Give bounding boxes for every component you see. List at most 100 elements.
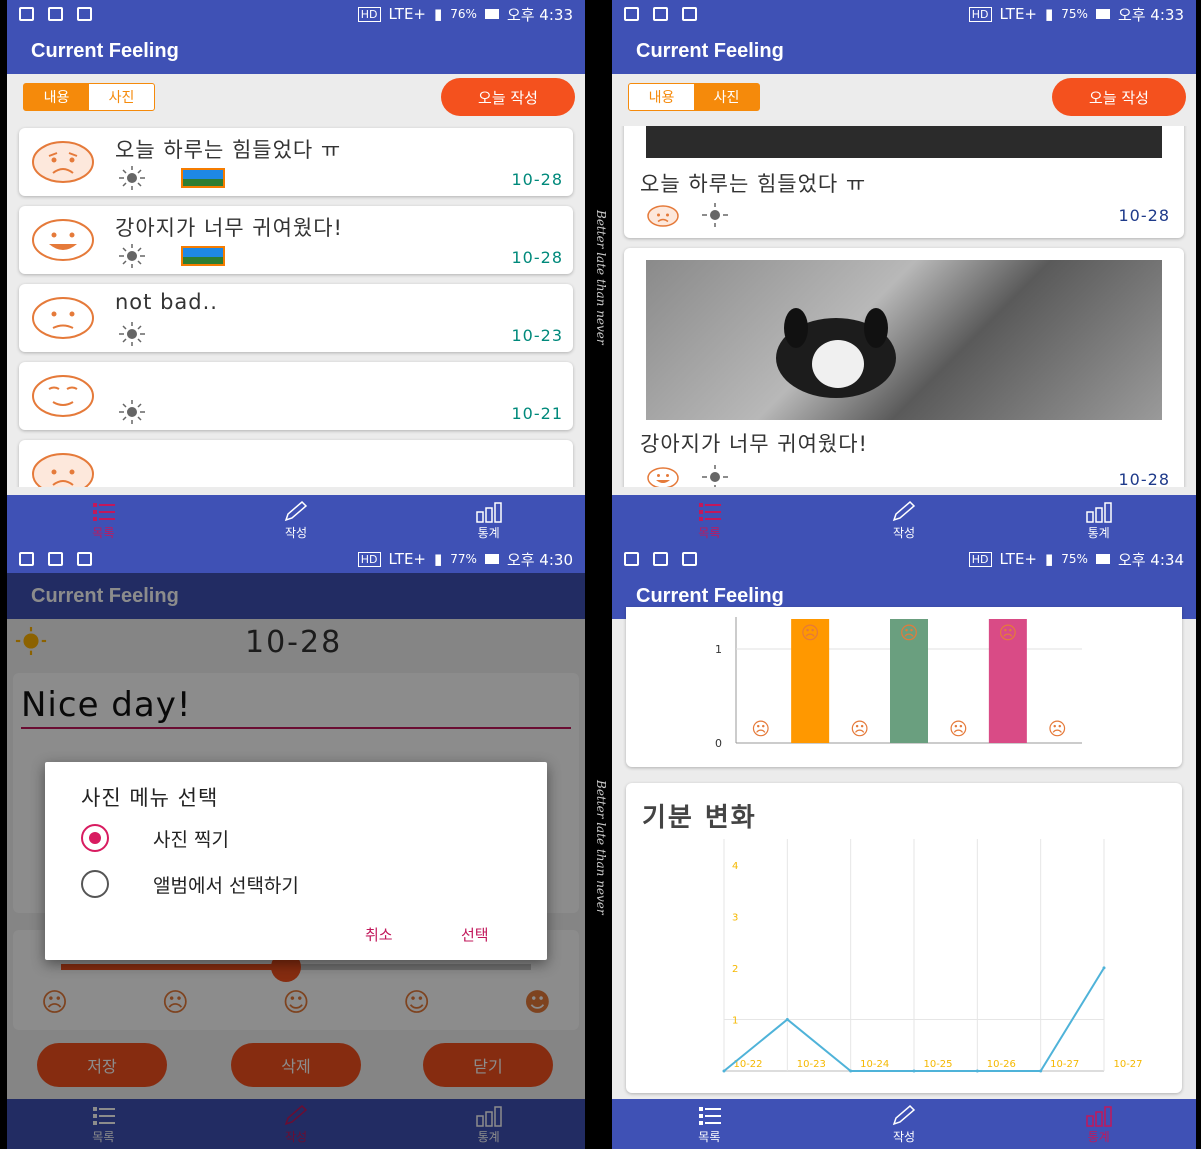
stats-screen: HD LTE+ ▮ 75% 오후 4:34 Current Feeling 10… [612,545,1196,1149]
radio-selected-icon[interactable] [81,824,109,852]
x-tick-label: 10-27 [1113,1059,1142,1070]
list-item[interactable]: 강아지가 너무 귀여웠다! 10-28 [624,248,1184,487]
x-tick-label: 10-25 [923,1059,952,1070]
photo-attached-icon [181,168,225,188]
option-take-photo[interactable]: 사진 찍기 [81,824,229,852]
y-tick-label: 4 [732,861,738,872]
list-item[interactable]: 오늘 하루는 힘들었다 ㅠ 10-28 [19,128,573,196]
notification-icon [624,7,639,21]
hd-icon: HD [968,551,992,567]
battery-icon [484,9,499,19]
y-tick-label: 1 [732,1015,738,1026]
notification-icon [624,552,639,566]
entry-list[interactable]: 오늘 하루는 힘들었다 ㅠ 10-28 강아지가 너무 귀여웠다! 10-28 … [13,126,579,487]
clock: 오후 4:33 [506,5,573,24]
clock: 오후 4:30 [506,550,573,569]
meh-face-icon [32,297,94,339]
y-tick-label: 1 [715,643,722,656]
entry-date: 10-28 [511,248,563,267]
x-tick-label: 10-24 [860,1059,889,1070]
x-tick-label: 10-27 [1050,1059,1079,1070]
lte-label: LTE+ [388,5,427,23]
sad-face-icon [32,453,94,487]
y-tick-label: 0 [715,737,722,750]
hd-icon: HD [968,6,992,22]
option-label: 앨범에서 선택하기 [153,874,299,897]
nav-list[interactable]: 목록 [7,495,200,545]
entry-date: 10-28 [1118,470,1170,487]
write-today-button[interactable]: 오늘 작성 [441,78,575,116]
view-toggle: 내용 사진 [628,83,760,111]
hd-icon: HD [357,551,381,567]
happy-face-icon [32,219,94,261]
status-bar: HD LTE+ ▮ 75% 오후 4:34 [612,545,1196,573]
bottom-nav: 목록 작성 통계 [7,495,585,545]
dog-photo [646,260,1162,420]
lte-label: LTE+ [388,550,427,568]
image-icon [682,7,697,21]
signal-icon: ▮ [434,550,443,568]
bar-chart-icon [1085,1105,1112,1127]
happy-face-icon [647,467,679,487]
entry-text: 강아지가 너무 귀여웠다! [115,216,343,240]
battery-level: 77% [450,552,477,566]
list-item[interactable]: 강아지가 너무 귀여웠다! 10-28 [19,206,573,274]
option-label: 사진 찍기 [153,828,229,851]
list-icon [699,1106,722,1125]
list-item[interactable]: 오늘 하루는 힘들었다 ㅠ 10-28 [624,126,1184,238]
nav-write[interactable]: 작성 [200,495,393,545]
bar-chart-icon [475,501,502,523]
watermark: Better late than never [594,780,608,915]
notification-icon [19,7,34,21]
tab-content[interactable]: 내용 [629,84,694,110]
tab-photo[interactable]: 사진 [694,84,759,110]
sun-icon [119,166,145,190]
sad-face-icon [647,205,679,227]
mood-line-chart: 123410-22 10-23 10-24 10-25 10-26 10-27 10-27 [722,839,1143,1073]
nav-list[interactable]: 목록 [612,1099,807,1149]
face-icon: ☹ [850,719,869,740]
option-choose-album[interactable]: 앨범에서 선택하기 [81,870,299,898]
list-screen: HD LTE+ ▮ 76% 오후 4:33 Current Feeling 내용… [7,0,585,545]
nav-list[interactable]: 목록 [612,495,807,545]
smile-face-icon [32,375,94,417]
radio-unselected-icon[interactable] [81,870,109,898]
pencil-icon [284,500,308,521]
photo-entry-list[interactable]: 오늘 하루는 힘들었다 ㅠ 10-28 강아지가 너무 귀여웠다! 10-28 [612,126,1196,487]
nav-stats[interactable]: 통계 [1001,1099,1196,1149]
battery-icon [1095,554,1110,564]
nav-write[interactable]: 작성 [807,495,1002,545]
view-toggle: 내용 사진 [23,83,155,111]
nav-write[interactable]: 작성 [807,1099,1002,1149]
battery-level: 75% [1061,552,1088,566]
bar-chart-icon [1085,501,1112,523]
entry-text: not bad.. [115,290,218,314]
write-screen: HD LTE+ ▮ 77% 오후 4:30 Current Feeling 10… [7,545,585,1149]
sad-face-icon: ☹ [900,623,919,644]
sad-face-icon: ☹ [998,623,1017,644]
nav-write-label: 작성 [892,525,916,540]
list-item[interactable]: not bad.. 10-23 [19,284,573,352]
cancel-button[interactable]: 취소 [365,924,393,945]
data-point [722,1069,726,1073]
list-item[interactable]: 10-21 [19,362,573,430]
list-item[interactable] [19,440,573,487]
signal-icon: ▮ [1045,550,1054,568]
status-bar: HD LTE+ ▮ 76% 오후 4:33 [7,0,585,28]
y-tick-label: 2 [732,964,738,975]
signal-icon: ▮ [1045,5,1054,23]
entry-date: 10-21 [511,404,563,423]
battery-icon [1095,9,1110,19]
write-today-button[interactable]: 오늘 작성 [1052,78,1186,116]
entry-date: 10-28 [1118,206,1170,225]
tab-content[interactable]: 내용 [24,84,89,110]
nav-stats[interactable]: 통계 [392,495,585,545]
hd-icon: HD [357,6,381,22]
sun-icon [119,322,145,346]
sun-icon [119,400,145,424]
nav-stats[interactable]: 통계 [1001,495,1196,545]
tab-photo[interactable]: 사진 [89,84,154,110]
confirm-button[interactable]: 선택 [461,924,489,945]
bottom-nav: 목록 작성 통계 [612,495,1196,545]
data-point [975,1069,979,1073]
